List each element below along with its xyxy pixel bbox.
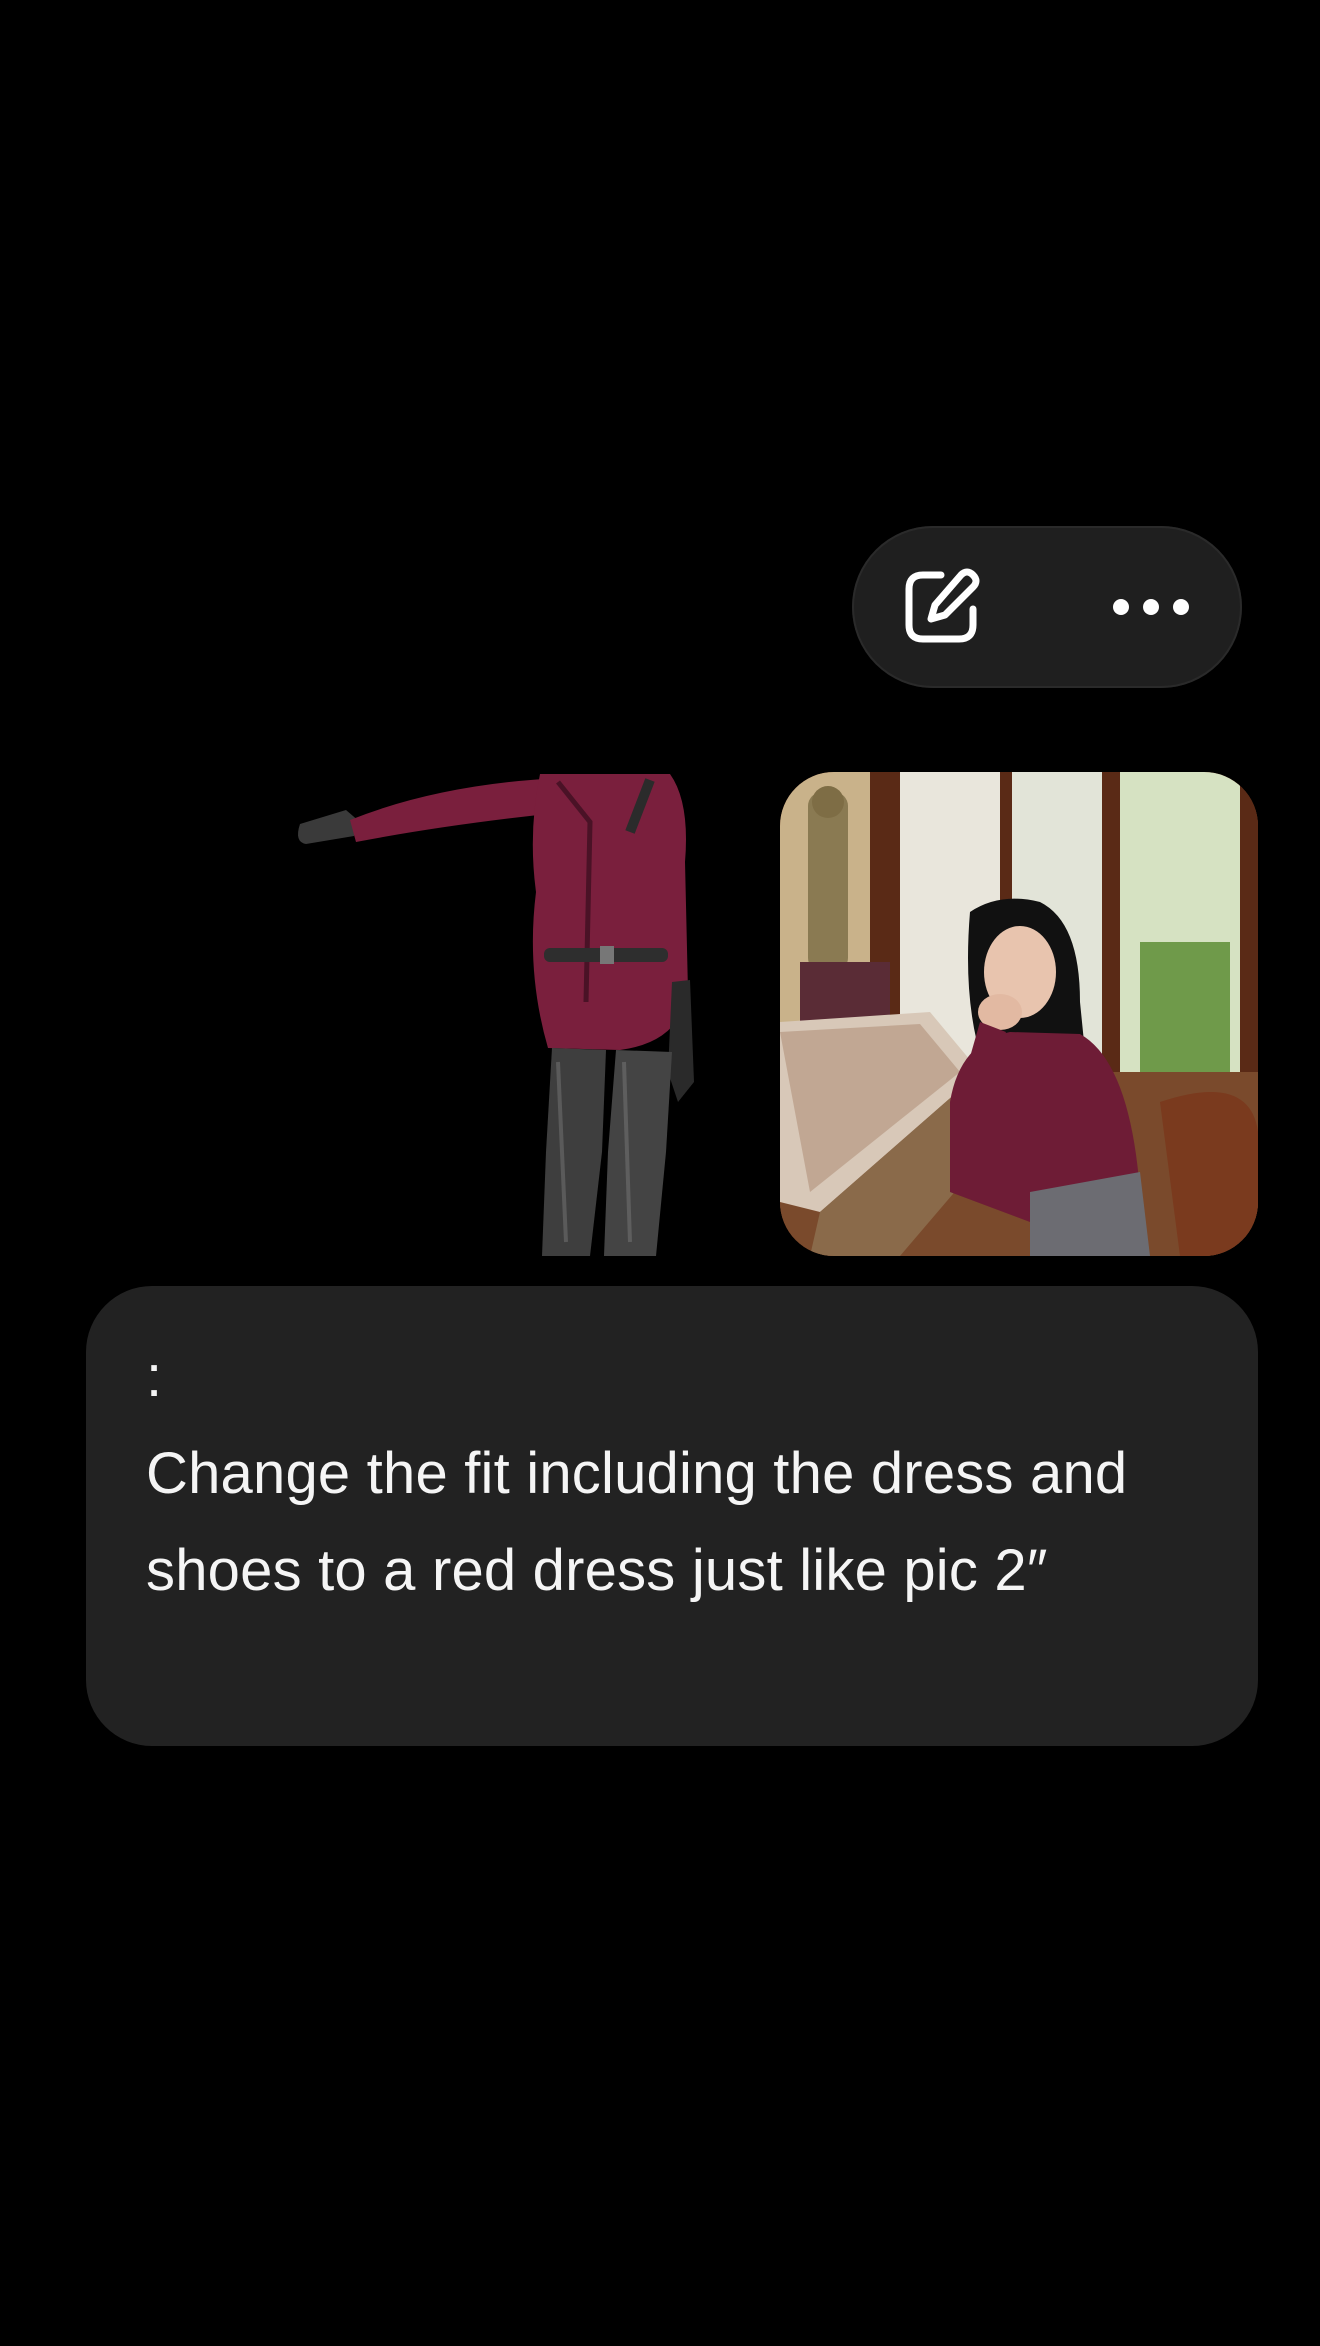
edit-icon: [905, 568, 980, 643]
more-options-button[interactable]: [1108, 564, 1194, 650]
edit-button[interactable]: [898, 564, 984, 650]
message-actions-pill: [852, 526, 1242, 688]
woman-photo-illustration: [780, 772, 1258, 1256]
outfit-render-illustration: [298, 774, 694, 1256]
outfit-render-image[interactable]: [290, 772, 710, 1256]
message-text: : Change the fit including the dress and…: [146, 1344, 1128, 1603]
message-bubble[interactable]: : Change the fit including the dress and…: [86, 1286, 1258, 1746]
attachments-row: [0, 772, 1320, 1256]
woman-photo-image[interactable]: [780, 772, 1258, 1256]
more-options-icon: [1113, 599, 1189, 615]
